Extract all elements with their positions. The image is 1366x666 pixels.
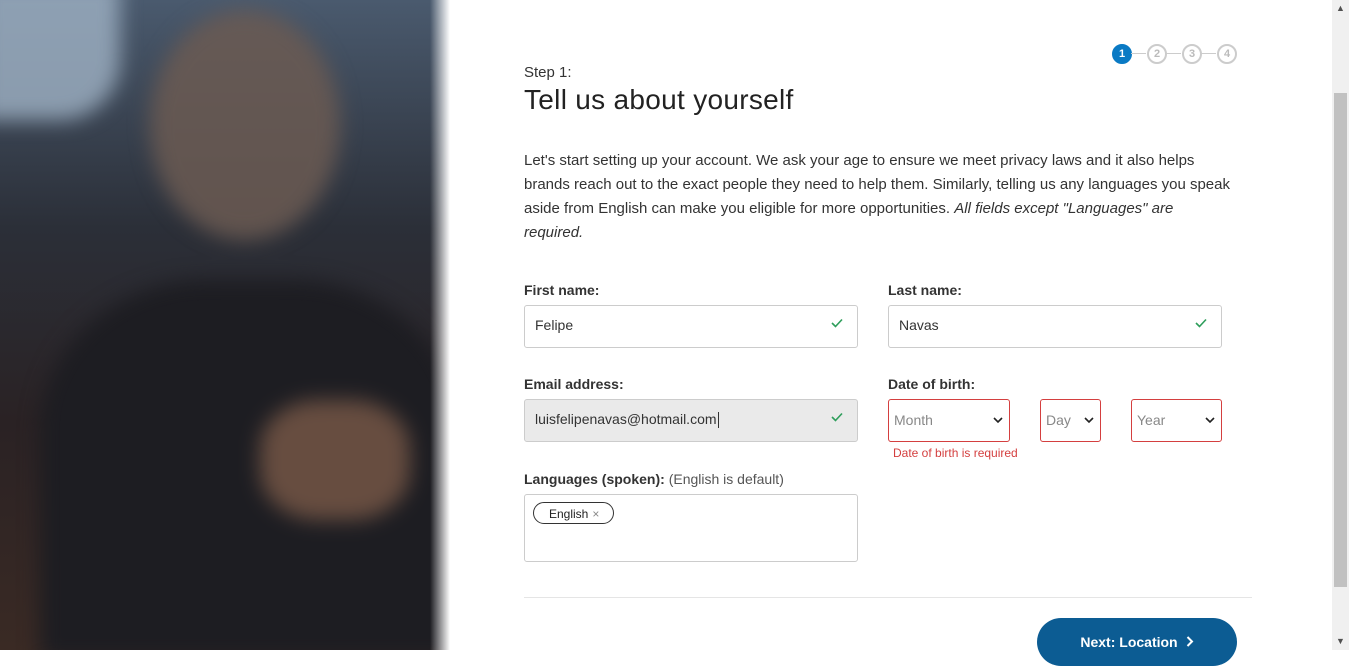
step-1: 1 (1112, 44, 1132, 64)
dob-error-message: Date of birth is required (893, 446, 1018, 460)
check-icon (831, 318, 843, 330)
text-caret (717, 412, 719, 429)
email-value: luisfelipenavas@hotmail.com (535, 411, 717, 427)
dob-day-value: Day (1046, 412, 1071, 428)
email-label: Email address: (524, 376, 624, 392)
dob-year-select[interactable]: Year (1131, 399, 1222, 442)
languages-input[interactable]: English × (524, 494, 858, 562)
email-field[interactable]: luisfelipenavas@hotmail.com (524, 399, 858, 442)
language-tag-english: English × (533, 502, 615, 524)
chevron-down-icon (993, 417, 1003, 424)
page-scrollbar[interactable]: ▲ ▼ (1332, 0, 1349, 650)
hero-image (0, 0, 450, 650)
chevron-right-icon (1186, 619, 1194, 665)
first-name-value: Felipe (535, 317, 574, 333)
dob-month-value: Month (894, 412, 933, 428)
scroll-down-icon[interactable]: ▼ (1332, 633, 1349, 650)
dob-month-select[interactable]: Month (888, 399, 1010, 442)
dob-label: Date of birth: (888, 376, 976, 392)
page-title: Tell us about yourself (524, 84, 794, 115)
dob-year-value: Year (1137, 412, 1166, 428)
remove-tag-icon[interactable]: × (592, 507, 599, 521)
check-icon (1195, 318, 1207, 330)
step-2: 2 (1147, 44, 1167, 64)
chevron-down-icon (1205, 417, 1215, 424)
languages-label: Languages (spoken): (English is default) (524, 471, 784, 487)
step-3: 3 (1182, 44, 1202, 64)
check-icon (831, 412, 843, 424)
last-name-label: Last name: (888, 282, 962, 298)
last-name-value: Navas (899, 317, 939, 333)
scrollbar-thumb[interactable] (1334, 93, 1347, 587)
step-label: Step 1: (524, 64, 572, 81)
chevron-down-icon (1084, 417, 1094, 424)
step-4: 4 (1217, 44, 1237, 64)
intro-text: Let's start setting up your account. We … (524, 152, 1230, 241)
scroll-up-icon[interactable]: ▲ (1332, 0, 1349, 17)
next-location-button[interactable]: Next: Location (1037, 618, 1237, 666)
languages-hint: (English is default) (668, 471, 784, 487)
next-button-label: Next: Location (1080, 634, 1178, 650)
first-name-label: First name: (524, 282, 600, 298)
language-tag-label: English (549, 507, 589, 521)
footer-divider (524, 597, 1252, 598)
last-name-input[interactable]: Navas (888, 305, 1222, 348)
dob-day-select[interactable]: Day (1040, 399, 1101, 442)
first-name-input[interactable]: Felipe (524, 305, 858, 348)
